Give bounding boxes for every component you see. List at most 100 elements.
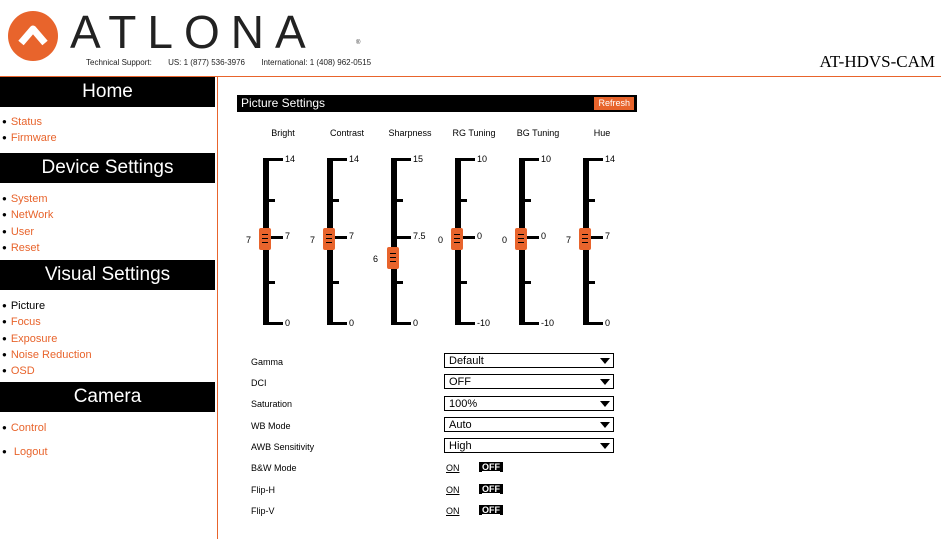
sidebar-item-focus[interactable]: ● Focus — [2, 314, 92, 330]
sidebar-item-system[interactable]: ● System — [2, 191, 53, 207]
dci-value: OFF — [449, 376, 471, 388]
sidebar-item-logout[interactable]: ● Logout — [2, 444, 48, 460]
wb-mode-select[interactable]: Auto — [444, 417, 614, 432]
sidebar-link-firmware[interactable]: Firmware — [11, 132, 57, 144]
tick-min — [333, 322, 347, 325]
slider-label-bright: Bright — [271, 128, 295, 138]
flip-h-on-button[interactable]: ON — [446, 485, 460, 495]
slider-track[interactable] — [391, 158, 397, 325]
flip-h-off-button[interactable]: OFF — [479, 484, 503, 494]
slider-max: 10 — [477, 154, 488, 164]
sidebar-item-control[interactable]: ● Control — [2, 420, 48, 436]
dci-select[interactable]: OFF — [444, 374, 614, 389]
tick — [589, 281, 595, 284]
atlona-logo-icon — [8, 11, 58, 61]
sidebar-item-user[interactable]: ● User — [2, 224, 53, 240]
dropdown-arrow-icon — [600, 358, 610, 364]
sidebar-link-system[interactable]: System — [11, 193, 48, 205]
sidebar-link-picture[interactable]: Picture — [11, 300, 45, 312]
support-intl: International: 1 (408) 962-0515 — [261, 58, 372, 67]
slider-handle[interactable] — [515, 228, 527, 250]
slider-handle[interactable] — [323, 228, 335, 250]
sidebar-link-focus[interactable]: Focus — [11, 316, 41, 328]
sidebar-item-firmware[interactable]: ● Firmware — [2, 130, 57, 146]
saturation-select[interactable]: 100% — [444, 396, 614, 411]
flip-v-off-button[interactable]: OFF — [479, 505, 503, 515]
tick — [525, 281, 531, 284]
slider-handle[interactable] — [579, 228, 591, 250]
slider-hue[interactable]: 14 7 0 — [579, 154, 663, 330]
dropdown-arrow-icon — [600, 379, 610, 385]
slider-mid: 7 — [349, 231, 355, 241]
support-label: Technical Support: — [86, 58, 152, 67]
support-us: US: 1 (877) 536-3976 — [168, 58, 245, 67]
awb-sensitivity-select[interactable]: High — [444, 438, 614, 453]
tick-min — [461, 322, 475, 325]
slider-max: 15 — [413, 154, 424, 164]
slider-handle[interactable] — [387, 247, 399, 269]
tick — [525, 199, 531, 202]
sidebar-item-reset[interactable]: ● Reset — [2, 240, 53, 256]
slider-min: -10 — [541, 318, 555, 328]
tick — [333, 199, 339, 202]
slider-label-hue: Hue — [593, 128, 611, 138]
device-nav: ● System ● NetWork ● User ● Reset — [2, 191, 53, 256]
sidebar-link-control[interactable]: Control — [11, 422, 46, 434]
slider-max: 14 — [285, 154, 296, 164]
awb-sensitivity-label: AWB Sensitivity — [251, 442, 315, 452]
slider-min: -10 — [477, 318, 491, 328]
slider-mid: 7 — [605, 231, 611, 241]
sidebar-link-noise-reduction[interactable]: Noise Reduction — [11, 349, 92, 361]
sidebar-camera-title: Camera — [0, 382, 215, 412]
sidebar-link-osd[interactable]: OSD — [11, 365, 35, 377]
tick-mid — [397, 236, 411, 239]
sidebar-link-logout[interactable]: Logout — [14, 446, 48, 458]
tick — [269, 199, 275, 202]
bg-tuning-value: 0 — [502, 235, 508, 245]
sidebar-link-reset[interactable]: Reset — [11, 242, 40, 254]
tick-max — [589, 158, 603, 161]
sidebar-item-noise-reduction[interactable]: ● Noise Reduction — [2, 347, 92, 363]
flip-v-on-button[interactable]: ON — [446, 506, 460, 516]
tick-max — [461, 158, 475, 161]
panel-title: Picture Settings — [241, 96, 326, 110]
bw-mode-on-button[interactable]: ON — [446, 463, 460, 473]
refresh-button[interactable]: Refresh — [594, 97, 634, 110]
tick — [269, 281, 275, 284]
tick-mid — [461, 236, 475, 239]
sidebar-device-title: Device Settings — [0, 153, 215, 183]
sidebar-link-network[interactable]: NetWork — [11, 209, 54, 221]
sidebar-link-status[interactable]: Status — [11, 116, 42, 128]
sidebar-visual-title: Visual Settings — [0, 260, 215, 290]
bw-mode-label: B&W Mode — [251, 463, 297, 473]
tick — [397, 199, 403, 202]
slider-handle[interactable] — [451, 228, 463, 250]
tick-mid — [269, 236, 283, 239]
dropdown-arrow-icon — [600, 422, 610, 428]
tick-min — [269, 322, 283, 325]
slider-handle[interactable] — [259, 228, 271, 250]
bw-mode-off-button[interactable]: OFF — [479, 462, 503, 472]
saturation-label: Saturation — [251, 399, 293, 409]
sidebar-link-exposure[interactable]: Exposure — [11, 333, 57, 345]
dropdown-arrow-icon — [600, 443, 610, 449]
gamma-select[interactable]: Default — [444, 353, 614, 368]
sidebar-link-user[interactable]: User — [11, 226, 34, 238]
sidebar-home-title: Home — [0, 77, 215, 107]
contrast-value: 7 — [310, 235, 316, 245]
slider-max: 10 — [541, 154, 552, 164]
sidebar-item-picture[interactable]: ● Picture — [2, 298, 92, 314]
gamma-label: Gamma — [251, 357, 284, 367]
flip-h-label: Flip-H — [251, 485, 275, 495]
slider-max: 14 — [349, 154, 360, 164]
tick — [461, 199, 467, 202]
tick-max — [269, 158, 283, 161]
sidebar-item-exposure[interactable]: ● Exposure — [2, 331, 92, 347]
slider-mid: 0 — [477, 231, 483, 241]
awb-sensitivity-value: High — [449, 440, 472, 452]
saturation-value: 100% — [449, 398, 478, 410]
sidebar-item-network[interactable]: ● NetWork — [2, 207, 53, 223]
sidebar-item-status[interactable]: ● Status — [2, 114, 57, 130]
slider-min: 0 — [285, 318, 291, 328]
sidebar-item-osd[interactable]: ● OSD — [2, 363, 92, 379]
